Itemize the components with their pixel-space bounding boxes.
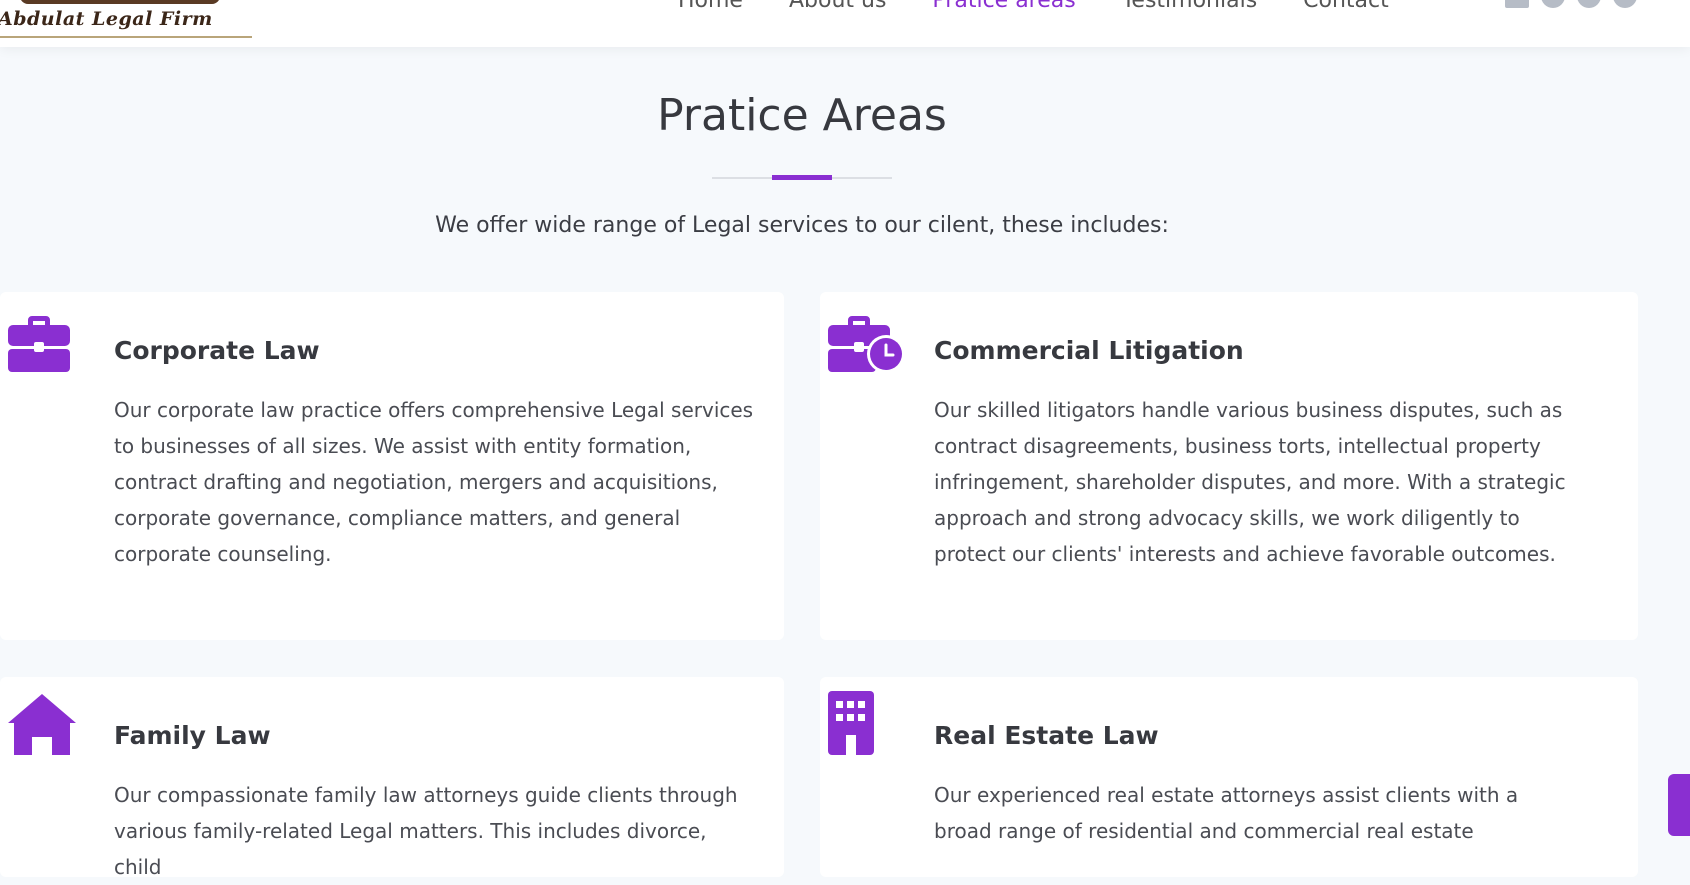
card-title: Commercial Litigation (934, 336, 1244, 365)
title-divider-accent (772, 175, 832, 180)
nav-home[interactable]: Home (678, 0, 743, 13)
section-title: Pratice Areas (657, 90, 947, 141)
main-nav: Home About us Pratice areas Testimonials… (678, 0, 1435, 13)
card-description: Our corporate law practice offers compre… (114, 398, 754, 566)
social-links (1505, 0, 1637, 8)
practice-card-commercial-litigation: Commercial Litigation Our skilled litiga… (820, 292, 1638, 640)
twitter-icon[interactable] (1577, 0, 1601, 8)
nav-practice-areas[interactable]: Pratice areas (932, 0, 1075, 13)
practice-card-real-estate-law: Real Estate Law Our experienced real est… (820, 677, 1638, 877)
nav-contact[interactable]: Contact (1303, 0, 1389, 13)
card-title: Real Estate Law (934, 721, 1159, 750)
practice-card-corporate-law: Corporate Law Our corporate law practice… (0, 292, 784, 640)
linkedin-icon[interactable] (1505, 0, 1529, 8)
logo-text: Abdulat Legal Firm (0, 8, 213, 30)
firm-logo[interactable]: Abdulat Legal Firm (0, 0, 252, 38)
business-time-icon (828, 316, 905, 373)
github-icon[interactable] (1541, 0, 1565, 8)
section-subtitle: We offer wide range of Legal services to… (435, 213, 1169, 238)
card-description: Our skilled litigators handle various bu… (934, 398, 1566, 566)
building-icon (828, 691, 874, 755)
facebook-icon[interactable] (1613, 0, 1637, 8)
title-divider (712, 175, 892, 180)
card-description: Our experienced real estate attorneys as… (934, 783, 1519, 843)
gavel-graphic (20, 0, 220, 4)
site-header: Abdulat Legal Firm Home About us Pratice… (0, 0, 1690, 47)
card-description: Our compassionate family law attorneys g… (114, 783, 738, 879)
nav-about-us[interactable]: About us (789, 0, 886, 13)
back-to-top-button[interactable] (1668, 774, 1690, 836)
nav-testimonials[interactable]: Testimonials (1122, 0, 1257, 13)
home-icon (8, 694, 76, 755)
practice-card-family-law: Family Law Our compassionate family law … (0, 677, 784, 879)
card-title: Corporate Law (114, 336, 320, 365)
briefcase-icon (8, 316, 70, 372)
card-title: Family Law (114, 721, 271, 750)
